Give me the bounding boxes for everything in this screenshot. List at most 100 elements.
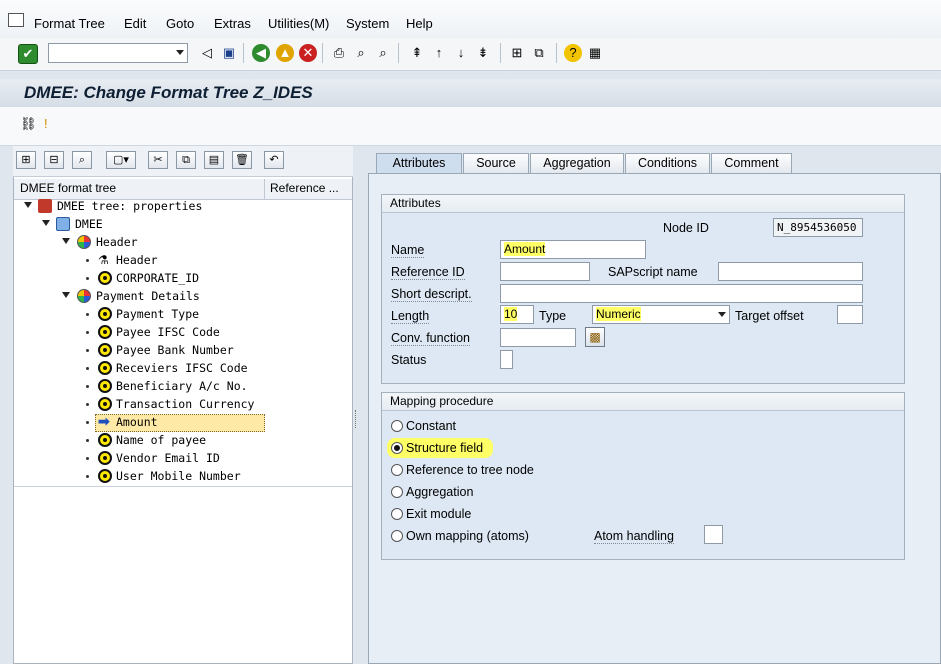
- tab-source[interactable]: Source: [463, 153, 529, 173]
- expand-icon[interactable]: [62, 238, 70, 244]
- save-icon[interactable]: ▣: [220, 44, 238, 62]
- chevron-down-icon[interactable]: [718, 312, 726, 317]
- expand-all-icon[interactable]: ⊞: [16, 151, 36, 169]
- element-icon: [98, 451, 112, 465]
- tree-node-payee-ifsc[interactable]: Payee IFSC Code: [14, 324, 352, 342]
- tree-node-amount[interactable]: ➡ Amount: [14, 414, 352, 432]
- element-icon: [98, 343, 112, 357]
- atom-handling-field[interactable]: [704, 525, 723, 544]
- radio-exit-module[interactable]: [391, 508, 403, 520]
- tree-node-payee-bank-number[interactable]: Payee Bank Number: [14, 342, 352, 360]
- tree-node-header[interactable]: ⚗ Header: [14, 252, 352, 270]
- tree-node-receivers-ifsc[interactable]: Receviers IFSC Code: [14, 360, 352, 378]
- splitter-grip-icon[interactable]: [355, 410, 358, 428]
- column-reference[interactable]: Reference ...: [270, 181, 339, 195]
- tree-node-transaction-currency[interactable]: Transaction Currency: [14, 396, 352, 414]
- tab-aggregation[interactable]: Aggregation: [530, 153, 624, 173]
- tree-node-dmee[interactable]: DMEE: [14, 216, 352, 234]
- segment-icon: [77, 235, 91, 249]
- new-session-icon[interactable]: ⊞: [508, 44, 526, 62]
- short-descr-label: Short descript.: [391, 287, 472, 302]
- find-next-icon[interactable]: ⌕: [374, 44, 392, 62]
- tree-node-user-mobile[interactable]: User Mobile Number: [14, 468, 352, 486]
- length-field[interactable]: 10: [500, 305, 534, 324]
- tree-node-root[interactable]: DMEE tree: properties: [14, 198, 352, 216]
- radio-structure-field[interactable]: [391, 442, 403, 454]
- tab-conditions[interactable]: Conditions: [625, 153, 710, 173]
- reference-id-field[interactable]: [500, 262, 590, 281]
- find-tree-icon[interactable]: ⌕: [72, 151, 92, 169]
- find-icon[interactable]: ⌕: [352, 44, 370, 62]
- pin-icon[interactable]: ǃ: [44, 116, 48, 131]
- paste-icon[interactable]: ▤: [204, 151, 224, 169]
- tree-node-corporate-id[interactable]: CORPORATE_ID: [14, 270, 352, 288]
- target-offset-field[interactable]: [837, 305, 863, 324]
- tree-node-header-group[interactable]: Header: [14, 234, 352, 252]
- undo-icon[interactable]: ↶: [264, 151, 284, 169]
- bullet: [86, 439, 89, 442]
- hierarchy-icon[interactable]: ⛓: [20, 116, 37, 132]
- tree-node-payment-type[interactable]: Payment Type: [14, 306, 352, 324]
- previous-page-icon[interactable]: ↑: [430, 44, 448, 62]
- menu-edit[interactable]: Edit: [124, 16, 146, 31]
- help-icon[interactable]: ?: [564, 44, 582, 62]
- type-select[interactable]: Numeric: [592, 305, 730, 324]
- expand-icon[interactable]: [62, 292, 70, 298]
- application-toolbar: [0, 107, 941, 146]
- layout-menu-icon[interactable]: ▦: [586, 44, 604, 62]
- column-format-tree[interactable]: DMEE format tree: [20, 181, 116, 195]
- conv-function-field[interactable]: [500, 328, 576, 347]
- node-id-field: N_8954536050: [773, 218, 863, 237]
- expand-icon[interactable]: [24, 202, 32, 208]
- radio-reference-node-label: Reference to tree node: [406, 463, 534, 477]
- first-page-icon[interactable]: ⇞: [408, 44, 426, 62]
- cancel-icon[interactable]: ✕: [299, 44, 317, 62]
- shortcut-icon[interactable]: ⧉: [530, 44, 548, 62]
- tab-comment[interactable]: Comment: [711, 153, 792, 173]
- radio-aggregation[interactable]: [391, 486, 403, 498]
- sapscript-field[interactable]: [718, 262, 863, 281]
- tree-node-payment-details[interactable]: Payment Details: [14, 288, 352, 306]
- enter-icon[interactable]: ✔: [18, 44, 38, 64]
- cut-icon[interactable]: ✂: [148, 151, 168, 169]
- short-descr-field[interactable]: [500, 284, 863, 303]
- tree-node-label: DMEE tree: properties: [57, 199, 203, 213]
- menu-utilities[interactable]: Utilities(M): [268, 16, 329, 31]
- status-field[interactable]: [500, 350, 513, 369]
- back-icon[interactable]: ◀: [252, 44, 270, 62]
- toolbar-divider: [500, 43, 501, 63]
- tree-node-beneficiary-ac[interactable]: Beneficiary A/c No.: [14, 378, 352, 396]
- name-field[interactable]: Amount: [500, 240, 646, 259]
- menu-system[interactable]: System: [346, 16, 389, 31]
- menu-help[interactable]: Help: [406, 16, 433, 31]
- command-field[interactable]: [48, 43, 188, 63]
- name-label: Name: [391, 243, 425, 258]
- radio-constant[interactable]: [391, 420, 403, 432]
- delete-icon[interactable]: 🗑: [232, 151, 252, 169]
- chevron-down-icon[interactable]: [176, 50, 184, 55]
- conversion-exit-icon[interactable]: ▩: [585, 327, 605, 347]
- element-icon: [98, 397, 112, 411]
- menu-extras[interactable]: Extras: [214, 16, 251, 31]
- exit-icon[interactable]: ▲: [276, 44, 294, 62]
- splitter[interactable]: [353, 146, 361, 664]
- print-icon[interactable]: ⎙: [330, 44, 348, 62]
- bullet: [86, 367, 89, 370]
- copy-icon[interactable]: ⧉: [176, 151, 196, 169]
- tree-node-vendor-email[interactable]: Vendor Email ID: [14, 450, 352, 468]
- expand-icon[interactable]: [42, 220, 50, 226]
- menu-format-tree[interactable]: Format Tree: [34, 16, 105, 31]
- create-node-icon[interactable]: ▢▾: [106, 151, 136, 169]
- tree-node-label: Beneficiary A/c No.: [116, 379, 248, 393]
- radio-reference-node[interactable]: [391, 464, 403, 476]
- collapse-all-icon[interactable]: ⊟: [44, 151, 64, 169]
- window-menu-icon[interactable]: [8, 13, 24, 27]
- last-page-icon[interactable]: ⇟: [474, 44, 492, 62]
- next-page-icon[interactable]: ↓: [452, 44, 470, 62]
- radio-own-mapping[interactable]: [391, 530, 403, 542]
- back-arrow-icon[interactable]: ◁: [198, 44, 216, 62]
- menu-goto[interactable]: Goto: [166, 16, 194, 31]
- tree-node-name-of-payee[interactable]: Name of payee: [14, 432, 352, 450]
- tab-attributes[interactable]: Attributes: [376, 153, 462, 174]
- tree-node-label: DMEE: [75, 217, 103, 231]
